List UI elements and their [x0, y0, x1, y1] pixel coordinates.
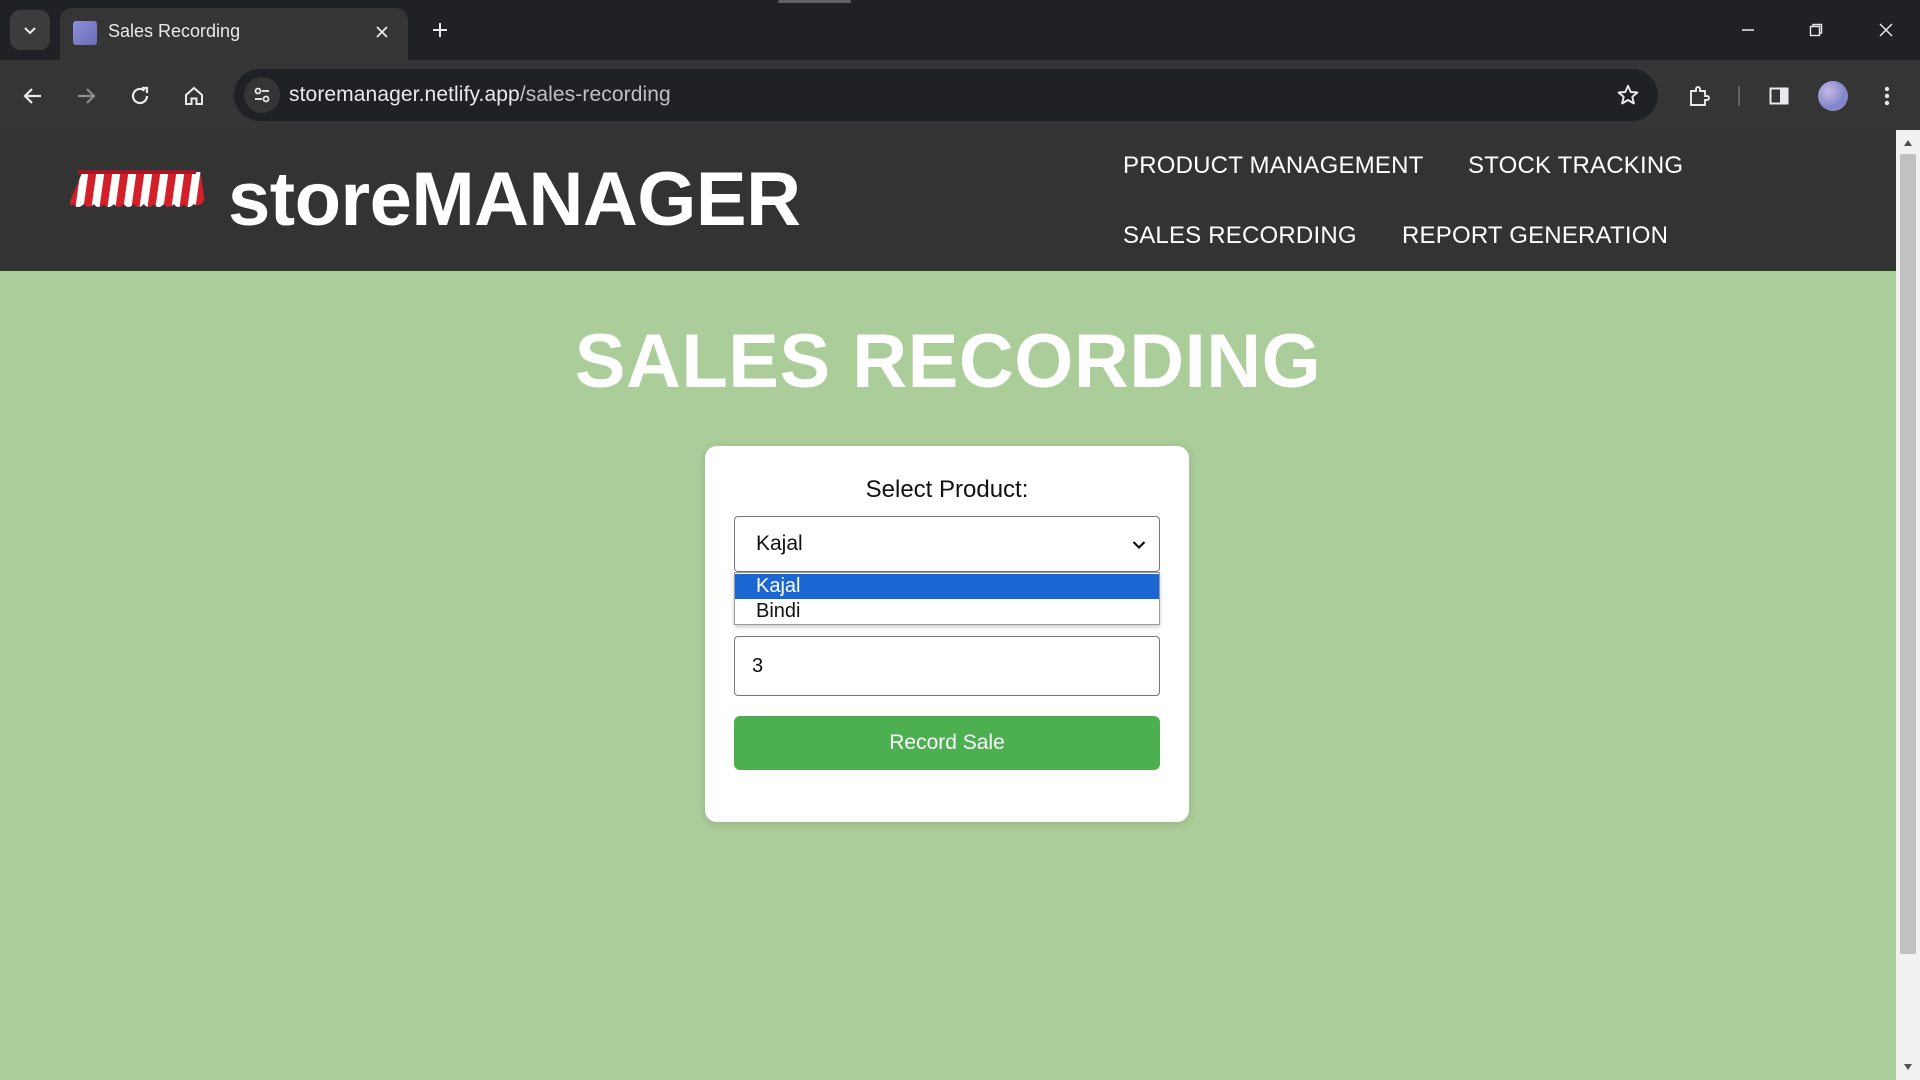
restore-icon: [1809, 23, 1823, 37]
side-panel-icon: [1769, 87, 1789, 105]
select-product-label: Select Product:: [865, 476, 1029, 503]
chevron-down-icon: [24, 27, 36, 35]
browser-toolbar: storemanager.netlify.app/sales-recording: [0, 60, 1920, 130]
star-icon: [1617, 84, 1639, 105]
record-sale-button[interactable]: Record Sale: [734, 716, 1160, 770]
nav-report-generation[interactable]: REPORT GENERATION: [1402, 222, 1668, 250]
browser-menu-button[interactable]: [1867, 76, 1907, 116]
arrow-left-icon: [23, 88, 41, 104]
chevron-down-icon: [1129, 535, 1149, 555]
browser-tab-bar: Sales Recording: [0, 0, 1920, 60]
side-panel-button[interactable]: [1759, 76, 1799, 116]
bookmark-button[interactable]: [1612, 79, 1644, 111]
site-header: storeMANAGER PRODUCT MANAGEMENT STOCK TR…: [0, 130, 1896, 271]
product-option-bindi[interactable]: Bindi: [735, 599, 1159, 624]
new-tab-button[interactable]: [420, 10, 460, 50]
nav-stock-tracking[interactable]: STOCK TRACKING: [1468, 152, 1683, 180]
scroll-down-arrow[interactable]: [1896, 1060, 1920, 1074]
forward-button[interactable]: [66, 76, 106, 116]
more-vertical-icon: [1884, 86, 1890, 106]
minimize-button[interactable]: [1724, 10, 1772, 50]
browser-tab-active[interactable]: Sales Recording: [60, 8, 408, 60]
page-viewport: storeMANAGER PRODUCT MANAGEMENT STOCK TR…: [0, 130, 1896, 1080]
url-host: storemanager.netlify.app: [289, 83, 520, 106]
reload-icon: [131, 86, 149, 105]
quantity-value: 3: [752, 655, 764, 677]
scroll-up-arrow[interactable]: [1896, 136, 1920, 150]
product-option-kajal[interactable]: Kajal: [735, 574, 1159, 599]
url-text: storemanager.netlify.app/sales-recording: [289, 83, 671, 107]
close-icon: [376, 26, 388, 38]
close-icon: [1879, 23, 1893, 37]
url-path: /sales-recording: [519, 83, 671, 106]
tab-strip-indicator: [778, 0, 851, 3]
scrollbar-thumb[interactable]: [1900, 154, 1916, 954]
brand-logo-text[interactable]: storeMANAGER: [228, 156, 801, 243]
plus-icon: [433, 23, 447, 37]
page-title: SALES RECORDING: [574, 319, 1322, 404]
nav-sales-recording[interactable]: SALES RECORDING: [1123, 222, 1357, 250]
product-select[interactable]: Kajal: [734, 516, 1160, 572]
tune-icon: [254, 87, 270, 103]
minimize-icon: [1742, 29, 1754, 31]
back-button[interactable]: [13, 76, 53, 116]
home-button[interactable]: [174, 76, 214, 116]
extensions-button[interactable]: [1679, 76, 1719, 116]
quantity-input[interactable]: 3: [734, 636, 1160, 696]
profile-avatar[interactable]: [1818, 81, 1848, 111]
tab-search-button[interactable]: [10, 10, 50, 50]
tab-title: Sales Recording: [108, 21, 241, 41]
triangle-up-icon: [1904, 140, 1912, 146]
address-bar[interactable]: storemanager.netlify.app/sales-recording: [234, 69, 1658, 121]
toolbar-separator: [1738, 86, 1740, 106]
product-select-value: Kajal: [756, 532, 803, 555]
sales-form-card: Select Product: Kajal Kajal Bindi 3 Reco…: [705, 446, 1189, 822]
tab-close-button[interactable]: [368, 18, 396, 46]
reload-button[interactable]: [120, 76, 160, 116]
restore-button[interactable]: [1792, 10, 1840, 50]
nav-product-management[interactable]: PRODUCT MANAGEMENT: [1123, 152, 1424, 180]
page-scrollbar[interactable]: [1896, 130, 1920, 1080]
triangle-down-icon: [1904, 1064, 1912, 1070]
arrow-right-icon: [78, 88, 96, 104]
store-awning-logo-icon: [70, 170, 205, 207]
close-window-button[interactable]: [1862, 10, 1910, 50]
home-icon: [185, 86, 203, 105]
puzzle-icon: [1690, 86, 1710, 106]
site-info-button[interactable]: [244, 77, 280, 113]
product-dropdown-list: Kajal Bindi: [734, 572, 1160, 625]
site-favicon-icon: [73, 21, 97, 45]
